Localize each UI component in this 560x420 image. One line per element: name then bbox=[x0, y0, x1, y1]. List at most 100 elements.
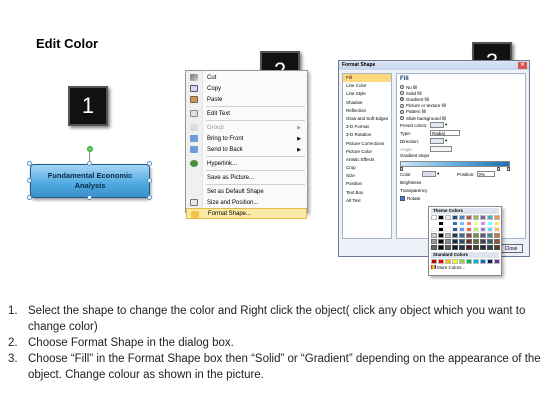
color-swatch[interactable] bbox=[452, 245, 458, 250]
nav-picture-corrections[interactable]: Picture Corrections bbox=[343, 140, 391, 148]
color-swatch[interactable] bbox=[431, 245, 437, 250]
color-swatch[interactable] bbox=[466, 215, 472, 220]
color-swatch[interactable] bbox=[431, 227, 437, 232]
nav-position[interactable]: Position bbox=[343, 180, 391, 188]
color-swatch[interactable] bbox=[431, 259, 437, 264]
nav-3d-format[interactable]: 3-D Format bbox=[343, 123, 391, 131]
color-swatch[interactable] bbox=[445, 215, 451, 220]
color-swatch[interactable] bbox=[445, 227, 451, 232]
gradient-stop[interactable] bbox=[507, 167, 510, 172]
color-swatch[interactable] bbox=[438, 233, 444, 238]
nav-artistic-effects[interactable]: Artistic Effects bbox=[343, 156, 391, 164]
color-swatch[interactable] bbox=[487, 221, 493, 226]
menu-item-edit-text[interactable]: Edit Text bbox=[186, 108, 307, 119]
resize-handle[interactable] bbox=[147, 161, 152, 166]
color-swatch[interactable] bbox=[459, 227, 465, 232]
menu-item-bring-to-front[interactable]: Bring to Front ▶ bbox=[186, 133, 307, 144]
color-swatch[interactable] bbox=[473, 233, 479, 238]
menu-item-group[interactable]: Group ▶ bbox=[186, 122, 307, 133]
menu-item-save-as-picture[interactable]: Save as Picture... bbox=[186, 172, 307, 183]
color-swatch[interactable] bbox=[487, 259, 493, 264]
resize-handle[interactable] bbox=[27, 161, 32, 166]
color-swatch[interactable] bbox=[466, 233, 472, 238]
color-swatch[interactable] bbox=[473, 239, 479, 244]
color-swatch[interactable] bbox=[438, 215, 444, 220]
color-swatch[interactable] bbox=[445, 221, 451, 226]
gradient-stop[interactable] bbox=[400, 167, 403, 172]
color-swatch[interactable] bbox=[480, 239, 486, 244]
close-button[interactable]: Close bbox=[499, 244, 523, 253]
position-field[interactable]: 0% bbox=[476, 171, 495, 178]
nav-crop[interactable]: Crop bbox=[343, 164, 391, 172]
color-swatch[interactable] bbox=[487, 239, 493, 244]
color-swatch[interactable] bbox=[494, 221, 500, 226]
color-swatch[interactable] bbox=[466, 221, 472, 226]
rotation-handle[interactable] bbox=[87, 146, 93, 152]
color-swatch[interactable] bbox=[431, 215, 437, 220]
color-swatch[interactable] bbox=[473, 227, 479, 232]
color-swatch[interactable] bbox=[480, 233, 486, 238]
color-swatch[interactable] bbox=[480, 215, 486, 220]
menu-item-size-position[interactable]: Size and Position... bbox=[186, 197, 307, 208]
more-colors-button[interactable]: More Colors... bbox=[431, 265, 499, 270]
color-swatch[interactable] bbox=[466, 259, 472, 264]
color-button[interactable] bbox=[422, 171, 436, 178]
resize-handle[interactable] bbox=[147, 195, 152, 200]
menu-item-copy[interactable]: Copy bbox=[186, 83, 307, 94]
nav-shadow[interactable]: Shadow bbox=[343, 99, 391, 107]
color-swatch[interactable] bbox=[459, 239, 465, 244]
nav-text-box[interactable]: Text Box bbox=[343, 189, 391, 197]
color-swatch[interactable] bbox=[438, 245, 444, 250]
type-select[interactable]: Radial bbox=[430, 130, 460, 137]
resize-handle[interactable] bbox=[27, 195, 32, 200]
color-swatch[interactable] bbox=[445, 259, 451, 264]
color-swatch[interactable] bbox=[452, 239, 458, 244]
color-swatch[interactable] bbox=[445, 239, 451, 244]
gradient-stops-bar[interactable] bbox=[400, 161, 510, 172]
color-swatch[interactable] bbox=[494, 245, 500, 250]
shape-box[interactable]: Fundamental Economic Analysis bbox=[30, 164, 150, 198]
color-swatch[interactable] bbox=[466, 239, 472, 244]
color-swatch[interactable] bbox=[459, 259, 465, 264]
resize-handle[interactable] bbox=[147, 178, 152, 183]
color-swatch[interactable] bbox=[473, 259, 479, 264]
nav-size[interactable]: Size bbox=[343, 172, 391, 180]
menu-item-set-default-shape[interactable]: Set as Default Shape bbox=[186, 186, 307, 197]
color-swatch[interactable] bbox=[438, 221, 444, 226]
color-swatch[interactable] bbox=[473, 245, 479, 250]
color-swatch[interactable] bbox=[445, 245, 451, 250]
color-swatch[interactable] bbox=[480, 227, 486, 232]
menu-item-format-shape[interactable]: Format Shape... bbox=[186, 208, 307, 219]
color-swatch[interactable] bbox=[487, 227, 493, 232]
menu-item-send-to-back[interactable]: Send to Back ▶ bbox=[186, 144, 307, 155]
color-swatch[interactable] bbox=[494, 233, 500, 238]
nav-3d-rotation[interactable]: 3-D Rotation bbox=[343, 131, 391, 139]
color-swatch[interactable] bbox=[466, 245, 472, 250]
color-swatch[interactable] bbox=[494, 215, 500, 220]
color-swatch[interactable] bbox=[487, 233, 493, 238]
nav-glow[interactable]: Glow and Soft Edges bbox=[343, 115, 391, 123]
angle-field[interactable] bbox=[430, 146, 452, 153]
selected-shape[interactable]: Fundamental Economic Analysis bbox=[26, 146, 154, 204]
color-swatch[interactable] bbox=[438, 259, 444, 264]
resize-handle[interactable] bbox=[27, 178, 32, 183]
color-swatch[interactable] bbox=[431, 233, 437, 238]
resize-handle[interactable] bbox=[87, 195, 92, 200]
checkbox-icon[interactable] bbox=[400, 195, 405, 201]
color-swatch[interactable] bbox=[438, 227, 444, 232]
color-swatch[interactable] bbox=[459, 245, 465, 250]
color-swatch[interactable] bbox=[487, 245, 493, 250]
nav-reflection[interactable]: Reflection bbox=[343, 107, 391, 115]
menu-item-paste[interactable]: Paste bbox=[186, 94, 307, 105]
color-swatch[interactable] bbox=[452, 259, 458, 264]
color-swatch[interactable] bbox=[431, 221, 437, 226]
color-swatch[interactable] bbox=[459, 215, 465, 220]
color-swatch[interactable] bbox=[445, 233, 451, 238]
color-swatch[interactable] bbox=[431, 239, 437, 244]
color-swatch[interactable] bbox=[459, 221, 465, 226]
color-swatch[interactable] bbox=[494, 239, 500, 244]
color-swatch[interactable] bbox=[452, 215, 458, 220]
preset-colors-button[interactable] bbox=[430, 122, 444, 129]
close-icon[interactable]: ✕ bbox=[518, 62, 527, 69]
color-swatch[interactable] bbox=[473, 221, 479, 226]
